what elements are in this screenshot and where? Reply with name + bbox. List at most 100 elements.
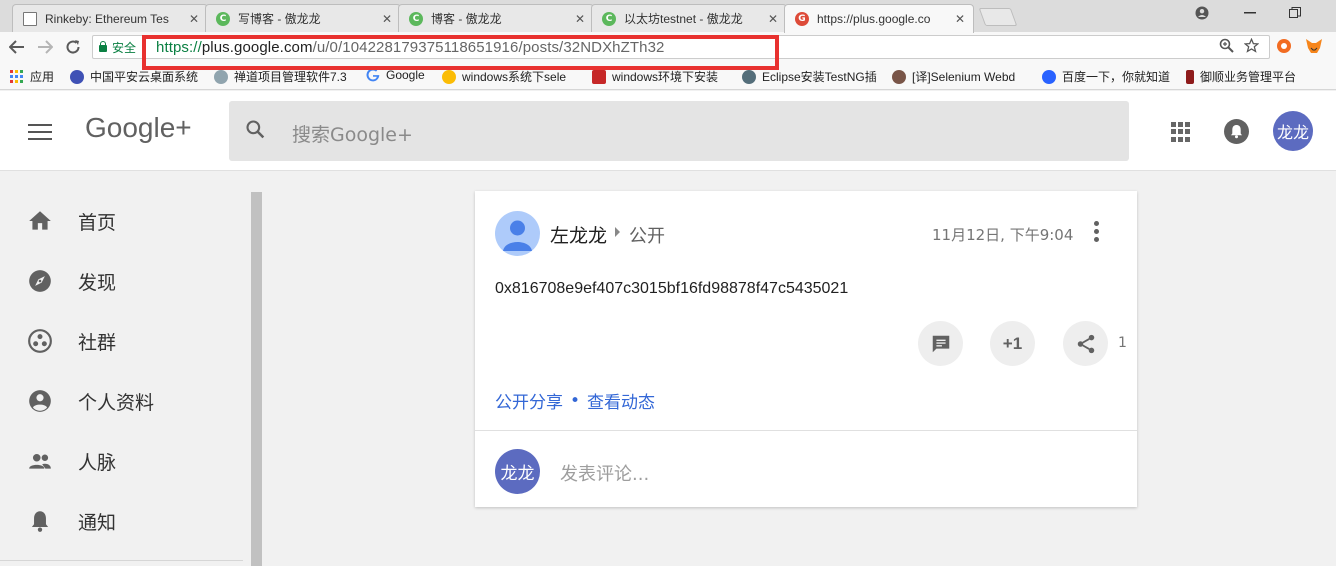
sidebar-item-label: 通知 bbox=[78, 511, 117, 534]
author-name[interactable]: 左龙龙 bbox=[550, 221, 607, 248]
bookmark-label: windows环境下安装 bbox=[612, 70, 719, 84]
comment-button[interactable] bbox=[918, 321, 963, 366]
bookmark-item[interactable]: 禅道项目管理软件7.3 bbox=[214, 68, 351, 85]
close-icon[interactable]: ✕ bbox=[955, 12, 965, 26]
google-icon bbox=[366, 68, 380, 82]
tab-write-blog[interactable]: C 写博客 - 傲龙龙 ✕ bbox=[205, 4, 401, 32]
people-icon bbox=[29, 453, 51, 469]
avatar[interactable]: 龙龙 bbox=[1273, 111, 1313, 151]
tab-title: 写博客 - 傲龙龙 bbox=[238, 12, 321, 26]
bell-icon bbox=[31, 511, 49, 532]
tab-title: https://plus.google.co bbox=[817, 12, 931, 26]
bookmark-label: 百度一下，你就知道 bbox=[1062, 70, 1171, 84]
bookmark-label: 中国平安云桌面系统 bbox=[90, 70, 199, 84]
search-input[interactable]: 搜索Google+ bbox=[229, 101, 1129, 161]
link-separator: • bbox=[570, 390, 581, 411]
search-icon bbox=[246, 120, 265, 139]
share-button[interactable] bbox=[1063, 321, 1108, 366]
google-plus-logo[interactable]: Google+ bbox=[85, 112, 192, 144]
tab-title: 以太坊testnet - 傲龙龙 bbox=[624, 12, 743, 26]
bookmark-icon bbox=[214, 69, 228, 84]
bookmark-icon bbox=[742, 69, 756, 84]
sidebar-item-communities[interactable]: 社群 bbox=[0, 321, 250, 361]
back-button[interactable] bbox=[6, 36, 28, 58]
bookmark-icon bbox=[592, 69, 606, 84]
sidebar-scrollbar[interactable] bbox=[251, 192, 262, 566]
bookmark-label: 御顺业务管理平台 bbox=[1200, 70, 1297, 84]
user-icon[interactable] bbox=[1180, 0, 1224, 26]
close-icon[interactable]: ✕ bbox=[768, 12, 778, 26]
bookmark-label: [译]Selenium Webd bbox=[912, 70, 1016, 84]
notifications-icon[interactable] bbox=[1224, 119, 1249, 144]
sidebar-item-home[interactable]: 首页 bbox=[0, 201, 250, 241]
secure-indicator[interactable]: 安全 bbox=[93, 39, 136, 56]
new-tab-button[interactable] bbox=[978, 8, 1018, 26]
home-icon bbox=[29, 211, 51, 230]
bookmark-item[interactable]: 御顺业务管理平台 bbox=[1186, 68, 1296, 85]
bookmark-item[interactable]: windows系统下sele bbox=[442, 68, 579, 85]
tab-title: 博客 - 傲龙龙 bbox=[431, 12, 502, 26]
bookmark-item[interactable]: 百度一下，你就知道 bbox=[1042, 68, 1170, 85]
sidebar-item-people[interactable]: 人脉 bbox=[0, 441, 250, 481]
tab-ethereum-testnet[interactable]: C 以太坊testnet - 傲龙龙 ✕ bbox=[591, 4, 787, 32]
lock-icon bbox=[99, 40, 107, 52]
star-icon[interactable] bbox=[1243, 37, 1260, 57]
document-icon bbox=[23, 11, 37, 26]
metamask-icon[interactable] bbox=[1305, 38, 1323, 58]
sidebar-item-label: 首页 bbox=[78, 211, 117, 234]
minimize-button[interactable] bbox=[1228, 0, 1272, 26]
comment-avatar: 龙龙 bbox=[495, 449, 540, 494]
comment-input[interactable]: 发表评论... bbox=[560, 460, 649, 486]
sidebar-item-notifications[interactable]: 通知 bbox=[0, 501, 250, 541]
sidebar-item-label: 社群 bbox=[78, 331, 117, 354]
communities-icon bbox=[28, 329, 52, 353]
tab-rinkeby[interactable]: Rinkeby: Ethereum Tes ✕ bbox=[12, 4, 208, 32]
bookmark-icon bbox=[442, 69, 456, 84]
apps-grid-icon bbox=[10, 69, 24, 84]
cnblogs-icon: C bbox=[602, 11, 616, 26]
compass-icon bbox=[29, 270, 51, 292]
tab-strip: Rinkeby: Ethereum Tes ✕ C 写博客 - 傲龙龙 ✕ C … bbox=[0, 0, 1336, 33]
bookmark-label: Eclipse安装TestNG插 bbox=[762, 70, 877, 84]
menu-icon[interactable] bbox=[28, 124, 52, 140]
share-icon bbox=[1077, 334, 1094, 353]
bookmark-item[interactable]: windows环境下安装 bbox=[592, 68, 730, 85]
bookmark-label: Google bbox=[386, 68, 425, 82]
close-icon[interactable]: ✕ bbox=[382, 12, 392, 26]
profile-icon bbox=[29, 390, 51, 412]
plus-one-button[interactable]: +1 bbox=[990, 321, 1035, 366]
sidebar-item-label: 个人资料 bbox=[78, 391, 155, 414]
sidebar: 首页 发现 社群 个人资料 人脉 通知 bbox=[0, 192, 250, 566]
more-options-icon[interactable] bbox=[1093, 221, 1101, 243]
close-icon[interactable]: ✕ bbox=[189, 12, 199, 26]
close-icon[interactable]: ✕ bbox=[575, 12, 585, 26]
sidebar-divider bbox=[0, 560, 243, 561]
tab-google-plus[interactable]: G https://plus.google.co ✕ bbox=[784, 4, 974, 33]
bookmark-apps[interactable]: 应用 bbox=[10, 68, 54, 85]
sidebar-item-discover[interactable]: 发现 bbox=[0, 261, 250, 301]
sidebar-item-profile[interactable]: 个人资料 bbox=[0, 381, 250, 421]
apps-grid-icon[interactable] bbox=[1171, 122, 1191, 142]
google-plus-icon: G bbox=[795, 12, 809, 26]
reload-button[interactable] bbox=[62, 36, 84, 58]
post-timestamp[interactable]: 11月12日, 下午9:04 bbox=[932, 224, 1073, 245]
view-activity-link[interactable]: 查看动态 bbox=[587, 388, 655, 413]
zoom-icon[interactable] bbox=[1219, 38, 1234, 57]
bookmark-item[interactable]: Eclipse安装TestNG插 bbox=[742, 68, 880, 85]
author-avatar[interactable] bbox=[495, 211, 540, 256]
forward-button[interactable] bbox=[34, 36, 56, 58]
extension-icon[interactable] bbox=[1276, 38, 1292, 58]
secure-label: 安全 bbox=[112, 40, 137, 55]
public-share-link[interactable]: 公开分享 bbox=[495, 388, 563, 413]
post-visibility[interactable]: 公开 bbox=[629, 222, 665, 248]
tab-blog[interactable]: C 博客 - 傲龙龙 ✕ bbox=[398, 4, 594, 32]
bookmark-item[interactable]: [译]Selenium Webd bbox=[892, 68, 1029, 85]
share-count: 1 bbox=[1118, 335, 1127, 351]
bookmark-item[interactable]: Google bbox=[366, 68, 425, 82]
highlight-box bbox=[142, 35, 779, 70]
bookmark-item[interactable]: 中国平安云桌面系统 bbox=[70, 68, 205, 85]
search-placeholder: 搜索Google+ bbox=[292, 124, 413, 146]
card-divider bbox=[475, 430, 1137, 431]
post-content: 0x816708e9ef407c3015bf16fd98878f47c54350… bbox=[495, 280, 849, 297]
restore-button[interactable] bbox=[1273, 0, 1317, 26]
